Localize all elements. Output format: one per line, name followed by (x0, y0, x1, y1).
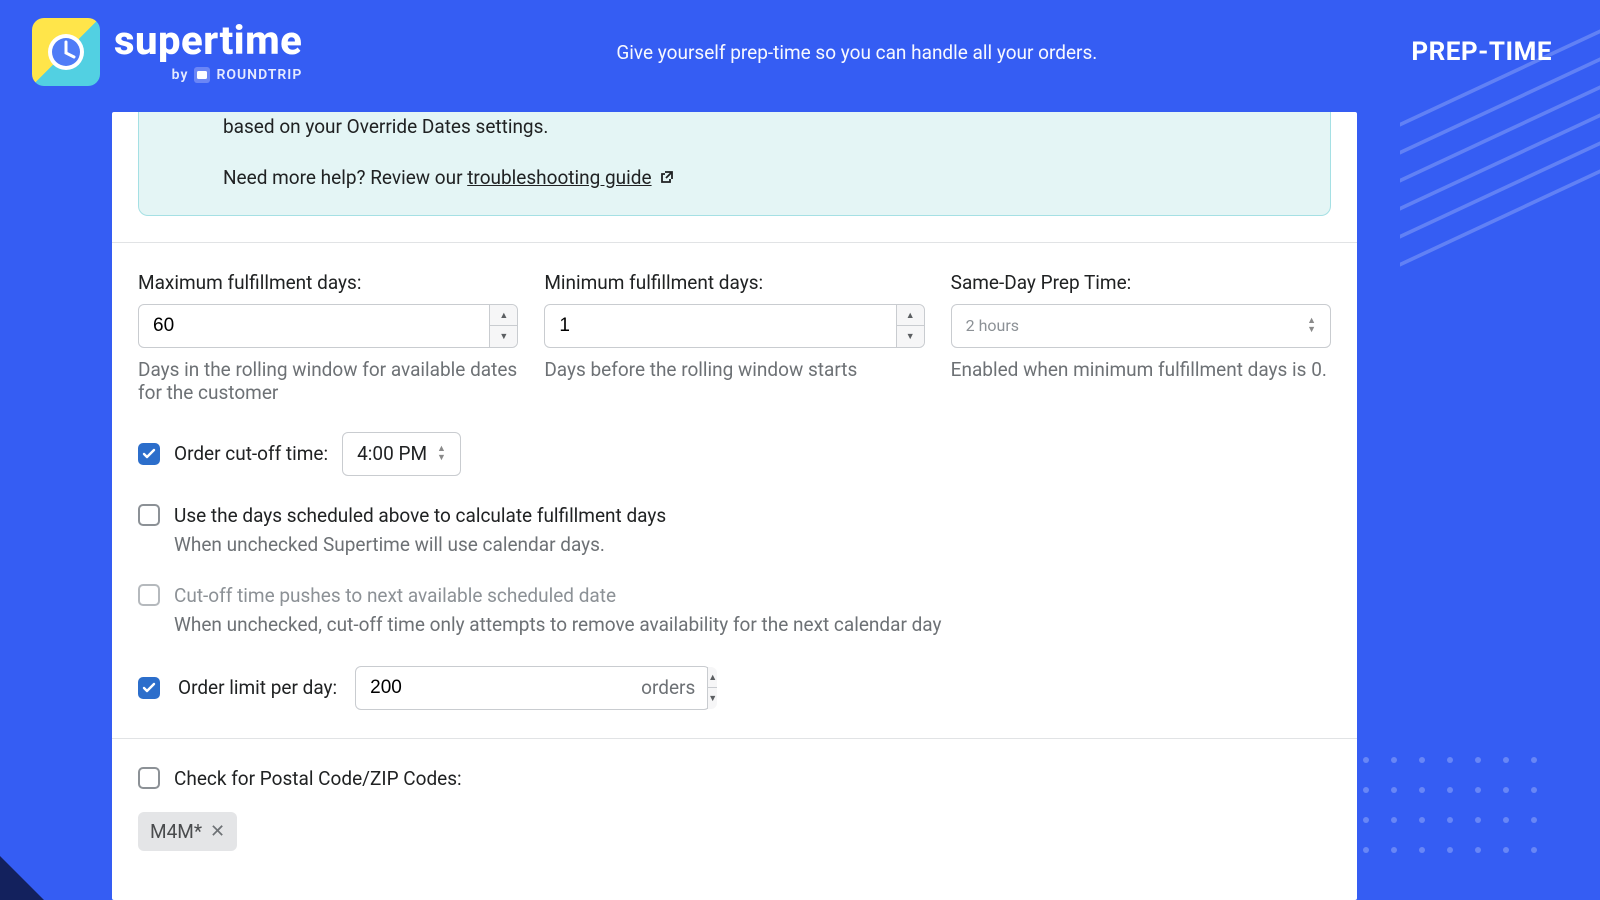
spinner-down-icon[interactable]: ▼ (490, 326, 517, 347)
min-fulfillment-help: Days before the rolling window starts (544, 358, 924, 381)
postal-tag[interactable]: M4M* ✕ (138, 812, 237, 851)
top-bar: supertime by ROUNDTRIP Give yourself pre… (0, 0, 1600, 104)
max-fulfillment-value[interactable] (139, 315, 489, 337)
postal-label: Check for Postal Code/ZIP Codes: (174, 767, 462, 790)
order-limit-row: Order limit per day: orders ▲ ▼ (138, 636, 1331, 710)
postal-checkbox[interactable] (138, 767, 160, 789)
max-fulfillment-field: Maximum fulfillment days: ▲ ▼ Days in th… (138, 271, 518, 404)
select-caret-icon: ▲▼ (1307, 317, 1316, 334)
postal-row: Check for Postal Code/ZIP Codes: (138, 739, 1331, 790)
cutoff-push-checkbox (138, 584, 160, 606)
spinner-up-icon[interactable]: ▲ (897, 305, 924, 327)
cutoff-push-help: When unchecked, cut-off time only attemp… (174, 613, 1331, 636)
same-day-label: Same-Day Prep Time: (951, 271, 1331, 294)
cutoff-label: Order cut-off time: (174, 442, 328, 465)
info-banner: based on your Override Dates settings. N… (138, 112, 1331, 216)
info-help-prefix: Need more help? Review our (223, 166, 467, 189)
min-fulfillment-field: Minimum fulfillment days: ▲ ▼ Days befor… (544, 271, 924, 404)
order-limit-checkbox[interactable] (138, 677, 160, 699)
external-link-icon (660, 163, 674, 192)
corner-decor (0, 856, 44, 900)
use-scheduled-row: Use the days scheduled above to calculat… (138, 476, 1331, 527)
spinner-down-icon[interactable]: ▼ (897, 326, 924, 347)
same-day-help: Enabled when minimum fulfillment days is… (951, 358, 1331, 381)
spinner-up-icon[interactable]: ▲ (708, 667, 717, 689)
use-scheduled-checkbox[interactable] (138, 504, 160, 526)
postal-tag-text: M4M* (150, 820, 202, 843)
fulfillment-fields-row: Maximum fulfillment days: ▲ ▼ Days in th… (138, 243, 1331, 404)
troubleshooting-link[interactable]: troubleshooting guide (467, 166, 651, 189)
cutoff-row: Order cut-off time: 4:00 PM ▲▼ (138, 404, 1331, 476)
cutoff-push-label: Cut-off time pushes to next available sc… (174, 584, 616, 607)
cutoff-push-row: Cut-off time pushes to next available sc… (138, 556, 1331, 607)
spinner-up-icon[interactable]: ▲ (490, 305, 517, 327)
same-day-field: Same-Day Prep Time: 2 hours ▲▼ Enabled w… (951, 271, 1331, 404)
select-caret-icon: ▲▼ (437, 445, 446, 462)
postal-section: Check for Postal Code/ZIP Codes: M4M* ✕ (112, 738, 1357, 851)
use-scheduled-help: When unchecked Supertime will use calend… (174, 533, 1331, 556)
cutoff-checkbox[interactable] (138, 443, 160, 465)
number-spinner[interactable]: ▲ ▼ (489, 305, 517, 347)
number-spinner[interactable]: ▲ ▼ (707, 667, 717, 709)
min-fulfillment-input[interactable]: ▲ ▼ (544, 304, 924, 348)
roundtrip-icon (194, 67, 210, 83)
order-limit-value[interactable] (356, 677, 629, 699)
brand-byline: by ROUNDTRIP (172, 67, 303, 83)
order-limit-suffix: orders (629, 676, 707, 699)
page-badge: PREP-TIME (1411, 37, 1552, 67)
spinner-down-icon[interactable]: ▼ (708, 688, 717, 709)
cutoff-time-value: 4:00 PM (357, 442, 427, 465)
cutoff-time-select[interactable]: 4:00 PM ▲▼ (342, 432, 461, 476)
same-day-value: 2 hours (966, 316, 1019, 335)
logo-icon (32, 18, 100, 86)
brand: supertime by ROUNDTRIP (32, 18, 302, 86)
max-fulfillment-help: Days in the rolling window for available… (138, 358, 518, 404)
settings-panel: based on your Override Dates settings. N… (112, 112, 1357, 900)
close-icon[interactable]: ✕ (210, 821, 225, 842)
brand-name: supertime (114, 21, 302, 61)
info-text-fragment: based on your Override Dates settings. (223, 112, 1302, 141)
order-limit-input[interactable]: orders ▲ ▼ (355, 666, 710, 710)
min-fulfillment-value[interactable] (545, 315, 895, 337)
number-spinner[interactable]: ▲ ▼ (896, 305, 924, 347)
max-fulfillment-input[interactable]: ▲ ▼ (138, 304, 518, 348)
header-tagline: Give yourself prep-time so you can handl… (302, 41, 1411, 64)
same-day-select[interactable]: 2 hours ▲▼ (951, 304, 1331, 348)
info-help-line: Need more help? Review our troubleshooti… (223, 163, 1302, 192)
use-scheduled-label: Use the days scheduled above to calculat… (174, 504, 666, 527)
order-limit-label: Order limit per day: (178, 676, 337, 699)
min-fulfillment-label: Minimum fulfillment days: (544, 271, 924, 294)
max-fulfillment-label: Maximum fulfillment days: (138, 271, 518, 294)
